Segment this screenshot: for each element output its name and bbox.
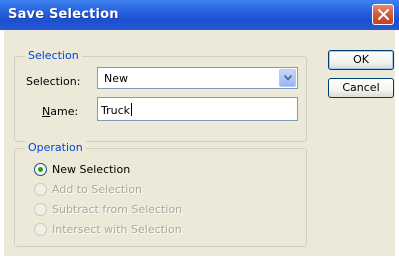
selection-label: Selection:	[26, 75, 81, 88]
dropdown-arrow-button[interactable]	[279, 69, 296, 87]
selection-group-legend: Selection	[25, 49, 82, 62]
save-selection-dialog: Save Selection Selection Selection: New …	[0, 0, 399, 259]
radio-label: Subtract from Selection	[52, 203, 183, 216]
selection-dropdown[interactable]: New	[97, 67, 298, 89]
chevron-down-icon	[284, 75, 292, 81]
cancel-button[interactable]: Cancel	[328, 78, 394, 98]
close-button[interactable]	[372, 4, 394, 25]
window-title: Save Selection	[8, 7, 119, 22]
radio-disabled-icon	[34, 183, 47, 196]
radio-label: Add to Selection	[52, 183, 143, 196]
radio-selected-icon	[34, 163, 47, 176]
name-input-value: Truck	[101, 103, 133, 117]
operation-group-legend: Operation	[25, 141, 86, 154]
title-bar[interactable]: Save Selection	[0, 0, 399, 30]
name-label: Name:	[42, 105, 78, 118]
radio-label: New Selection	[52, 163, 131, 176]
name-label-text: ame:	[50, 105, 79, 118]
name-input-text: Truck	[101, 104, 131, 117]
text-caret	[131, 103, 133, 116]
dialog-body: Selection Selection: New Name: Truck Ope…	[4, 30, 395, 256]
ok-button[interactable]: OK	[328, 50, 394, 70]
selection-dropdown-value: New	[104, 72, 128, 85]
name-input[interactable]: Truck	[97, 97, 298, 121]
name-label-accelerator: N	[42, 105, 51, 118]
close-icon	[378, 9, 389, 20]
radio-disabled-icon	[34, 203, 47, 216]
radio-label: Intersect with Selection	[52, 223, 182, 236]
radio-disabled-icon	[34, 223, 47, 236]
